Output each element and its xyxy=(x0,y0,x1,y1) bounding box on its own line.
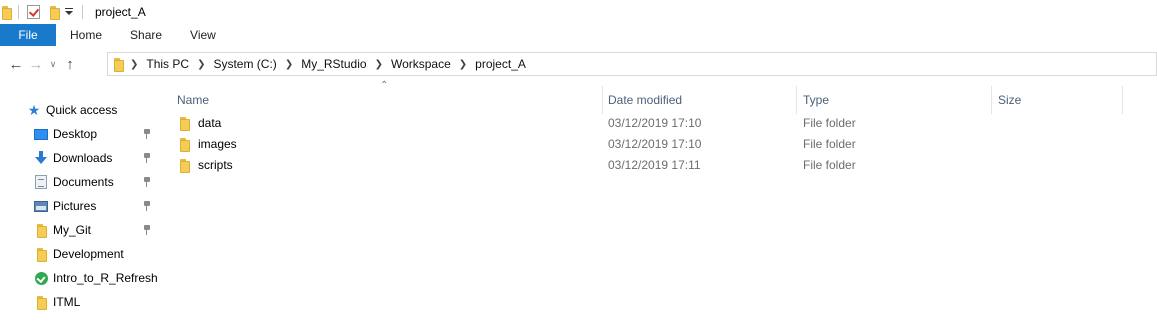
sidebar-item-my-git[interactable]: My_Git xyxy=(0,218,160,242)
sidebar-item-desktop[interactable]: Desktop xyxy=(0,122,160,146)
title-bar: project_A xyxy=(0,0,1157,24)
toolbar-divider xyxy=(18,5,19,19)
sidebar-item-development[interactable]: Development xyxy=(0,242,160,266)
quick-access-star-icon: ★ xyxy=(27,102,41,118)
sync-status-icon xyxy=(33,270,49,286)
recent-locations-chevron-icon[interactable]: ∨ xyxy=(46,52,60,76)
sidebar-item-pictures[interactable]: Pictures xyxy=(0,194,160,218)
navigation-pane: ★ Quick access Desktop Downloads Documen… xyxy=(0,96,160,323)
pictures-icon xyxy=(33,198,49,214)
folder-icon xyxy=(180,138,190,152)
breadcrumb-system-c[interactable]: System (C:) xyxy=(213,57,276,71)
column-header-name[interactable]: Name xyxy=(177,86,602,114)
column-divider[interactable] xyxy=(991,86,992,114)
file-date-modified: 03/12/2019 17:11 xyxy=(608,158,701,172)
ribbon-tabs: File Home Share View xyxy=(0,24,1157,46)
breadcrumb-chevron-icon[interactable]: ❯ xyxy=(130,59,138,70)
sidebar-item-label: Pictures xyxy=(53,199,97,213)
address-bar[interactable]: ❯ This PC ❯ System (C:) ❯ My_RStudio ❯ W… xyxy=(107,52,1157,76)
breadcrumb-this-pc[interactable]: This PC xyxy=(146,57,189,71)
sidebar-item-intro-to-r-refresh[interactable]: Intro_to_R_Refresh xyxy=(0,266,160,290)
column-header-type[interactable]: Type xyxy=(803,86,991,114)
column-divider[interactable] xyxy=(796,86,797,114)
navigation-bar: ← → ∨ ↑ ❯ This PC ❯ System (C:) ❯ My_RSt… xyxy=(0,50,1157,78)
breadcrumb-chevron-icon[interactable]: ❯ xyxy=(197,59,205,70)
pin-icon[interactable] xyxy=(143,177,151,187)
window-folder-icon xyxy=(2,6,12,20)
breadcrumb-project-a[interactable]: project_A xyxy=(475,57,526,71)
back-arrow-icon[interactable]: ← xyxy=(6,52,26,76)
folder-icon xyxy=(33,222,49,238)
breadcrumb-chevron-icon[interactable]: ❯ xyxy=(285,59,293,70)
tab-view[interactable]: View xyxy=(176,24,230,46)
sidebar-item-label: Quick access xyxy=(46,103,118,117)
file-name: data xyxy=(198,116,222,130)
pin-icon[interactable] xyxy=(143,201,151,211)
breadcrumb-chevron-icon[interactable]: ❯ xyxy=(459,59,467,70)
up-arrow-icon[interactable]: ↑ xyxy=(60,52,80,76)
file-type: File folder xyxy=(803,116,856,130)
column-header-date-modified[interactable]: Date modified xyxy=(608,86,796,114)
window-title: project_A xyxy=(95,5,146,19)
new-folder-icon[interactable] xyxy=(50,6,60,20)
file-date-modified: 03/12/2019 17:10 xyxy=(608,137,702,151)
quick-access-toolbar xyxy=(0,0,91,24)
file-name: images xyxy=(198,137,237,151)
folder-icon xyxy=(180,117,190,131)
folder-icon xyxy=(180,159,190,173)
sidebar-item-label: Downloads xyxy=(53,151,113,165)
breadcrumb-my-rstudio[interactable]: My_RStudio xyxy=(301,57,366,71)
column-divider[interactable] xyxy=(1122,86,1123,114)
customize-toolbar-dropdown-icon[interactable] xyxy=(64,6,74,18)
tab-share[interactable]: Share xyxy=(116,24,176,46)
sidebar-item-label: Intro_to_R_Refresh xyxy=(53,271,158,285)
sidebar-item-label: ITML xyxy=(53,295,81,309)
desktop-icon xyxy=(33,126,49,142)
folder-icon xyxy=(33,246,49,262)
pin-icon[interactable] xyxy=(143,153,151,163)
sidebar-item-quick-access[interactable]: ★ Quick access xyxy=(0,98,160,122)
properties-icon[interactable] xyxy=(27,5,40,19)
folder-icon xyxy=(33,294,49,310)
file-date-modified: 03/12/2019 17:10 xyxy=(608,116,702,130)
sidebar-item-downloads[interactable]: Downloads xyxy=(0,146,160,170)
forward-arrow-icon[interactable]: → xyxy=(26,52,46,76)
sidebar-item-documents[interactable]: Documents xyxy=(0,170,160,194)
file-list: ⌃ Name Date modified Type Size data 03/1… xyxy=(160,80,1157,323)
pin-icon[interactable] xyxy=(143,225,151,235)
column-divider[interactable] xyxy=(602,86,603,114)
file-row-images[interactable]: images 03/12/2019 17:10 File folder xyxy=(160,134,1157,155)
breadcrumb-workspace[interactable]: Workspace xyxy=(391,57,451,71)
file-row-scripts[interactable]: scripts 03/12/2019 17:11 File folder xyxy=(160,155,1157,176)
sidebar-item-label: My_Git xyxy=(53,223,92,237)
tab-file[interactable]: File xyxy=(0,24,56,46)
downloads-icon xyxy=(33,150,49,166)
file-type: File folder xyxy=(803,137,856,151)
tab-home[interactable]: Home xyxy=(56,24,116,46)
documents-icon xyxy=(33,174,49,190)
file-row-data[interactable]: data 03/12/2019 17:10 File folder xyxy=(160,113,1157,134)
pin-icon[interactable] xyxy=(143,129,151,139)
sidebar-item-label: Documents xyxy=(53,175,114,189)
file-name: scripts xyxy=(198,158,233,172)
toolbar-divider xyxy=(82,5,83,19)
column-header-size[interactable]: Size xyxy=(998,86,1122,114)
sidebar-item-label: Desktop xyxy=(53,127,98,141)
location-folder-icon xyxy=(114,58,124,72)
file-type: File folder xyxy=(803,158,856,172)
sidebar-item-label: Development xyxy=(53,247,124,261)
sidebar-item-itml[interactable]: ITML xyxy=(0,290,160,314)
breadcrumb-chevron-icon[interactable]: ❯ xyxy=(375,59,383,70)
